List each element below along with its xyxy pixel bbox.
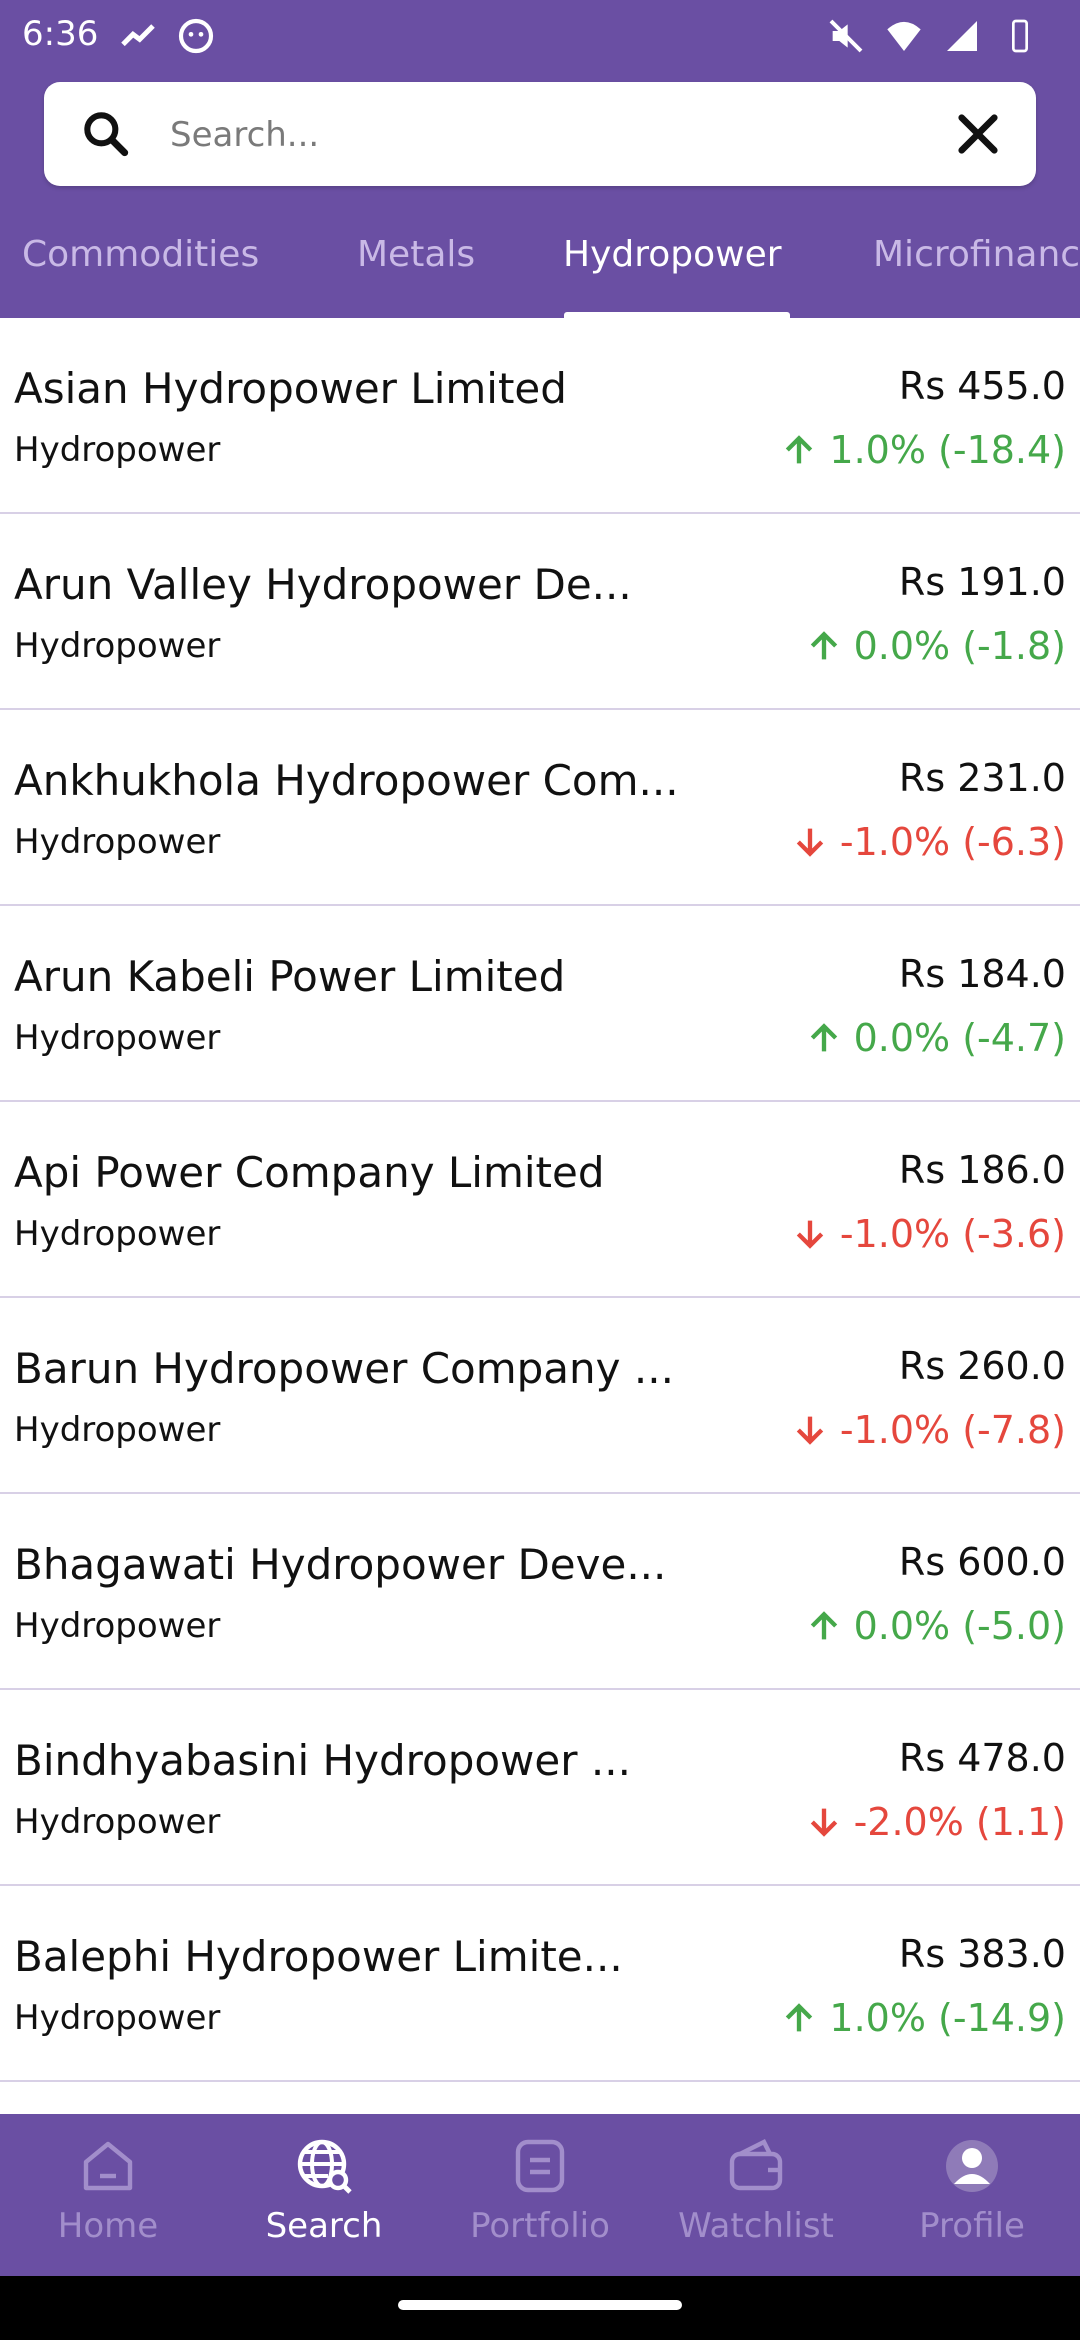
stock-change: -1.0% (-3.6) [790, 1212, 1066, 1256]
wallet-icon [729, 2139, 783, 2191]
nav-watchlist[interactable]: Watchlist [648, 2134, 864, 2264]
stock-sector: Hydropower [14, 1802, 221, 1842]
list-item[interactable]: Balephi Hydropower Limite... Hydropower … [0, 1886, 1080, 2082]
stock-change-value: -1.0% (-3.6) [839, 1212, 1066, 1256]
search-icon[interactable] [78, 106, 134, 162]
stock-list: Asian Hydropower Limited Hydropower Rs 4… [0, 318, 1080, 2114]
status-bar: 6:36 [0, 0, 1080, 76]
app-header: 6:36 Commodities Metals Hydropower Micro… [0, 0, 1080, 318]
stock-price: Rs 455.0 [898, 364, 1066, 408]
search-bar [44, 82, 1036, 186]
stock-sector: Hydropower [14, 430, 221, 470]
stock-name: Bhagawati Hydropower Deve... [14, 1540, 667, 1589]
stock-change-value: 0.0% (-4.7) [853, 1016, 1066, 1060]
stock-change-value: -1.0% (-6.3) [839, 820, 1066, 864]
stock-price: Rs 478.0 [898, 1736, 1066, 1780]
stock-change: 0.0% (-1.8) [804, 624, 1066, 668]
list-item[interactable]: Bhagawati Hydropower Deve... Hydropower … [0, 1494, 1080, 1690]
stock-sector: Hydropower [14, 1998, 221, 2038]
stock-name: Bindhyabasini Hydropower ... [14, 1736, 631, 1785]
stock-sector: Hydropower [14, 626, 221, 666]
stock-price: Rs 260.0 [898, 1344, 1066, 1388]
stock-sector: Hydropower [14, 822, 221, 862]
stock-price: Rs 191.0 [898, 560, 1066, 604]
nav-home[interactable]: Home [0, 2134, 216, 2264]
stock-sector: Hydropower [14, 1410, 221, 1450]
search-input[interactable] [168, 100, 952, 170]
arrow-down-icon [796, 1416, 824, 1445]
tab-commodities[interactable]: Commodities [22, 234, 259, 275]
tab-hydropower[interactable]: Hydropower [563, 234, 782, 275]
stock-name: Arun Kabeli Power Limited [14, 952, 566, 1001]
list-item[interactable]: Asian Hydropower Limited Hydropower Rs 4… [0, 318, 1080, 514]
stock-price: Rs 186.0 [898, 1148, 1066, 1192]
stock-change-value: 0.0% (-5.0) [853, 1604, 1066, 1648]
list-item[interactable]: Arun Kabeli Power Limited Hydropower Rs … [0, 906, 1080, 1102]
stock-sector: Hydropower [14, 1214, 221, 1254]
list-item[interactable]: Ankhukhola Hydropower Com... Hydropower … [0, 710, 1080, 906]
stock-change-value: 1.0% (-18.4) [829, 428, 1066, 472]
portfolio-icon [515, 2139, 565, 2193]
arrow-up-icon [810, 1023, 837, 1052]
stock-name: Ankhukhola Hydropower Com... [14, 756, 679, 805]
mute-icon [829, 19, 863, 53]
nav-search[interactable]: Search [216, 2134, 432, 2264]
nav-profile[interactable]: Profile [864, 2134, 1080, 2264]
stock-name: Api Power Company Limited [14, 1148, 605, 1197]
stock-change-value: -2.0% (1.1) [853, 1800, 1066, 1844]
stock-change: 0.0% (-5.0) [804, 1604, 1066, 1648]
nav-home-label: Home [57, 2206, 159, 2246]
globe-search-icon [297, 2139, 352, 2194]
stock-name: Balephi Hydropower Limite... [14, 1932, 623, 1981]
nav-profile-label: Profile [919, 2206, 1025, 2246]
stock-change: -2.0% (1.1) [804, 1800, 1066, 1844]
stock-change: 0.0% (-4.7) [804, 1016, 1066, 1060]
nav-portfolio-label: Portfolio [470, 2206, 610, 2246]
arrow-up-icon [810, 1611, 837, 1640]
stock-sector: Hydropower [14, 1606, 221, 1646]
nav-portfolio[interactable]: Portfolio [432, 2134, 648, 2264]
wifi-icon [887, 21, 921, 51]
arrow-up-icon [786, 435, 813, 464]
arrow-down-icon [810, 1808, 837, 1837]
close-icon[interactable] [950, 106, 1006, 162]
stock-price: Rs 184.0 [898, 952, 1066, 996]
stock-sector: Hydropower [14, 1018, 221, 1058]
list-item[interactable]: Bindhyabasini Hydropower ... Hydropower … [0, 1690, 1080, 1886]
home-icon [83, 2141, 133, 2191]
profile-icon [946, 2140, 998, 2192]
nav-search-label: Search [265, 2206, 383, 2246]
stock-change: -1.0% (-7.8) [790, 1408, 1066, 1452]
list-item[interactable]: Api Power Company Limited Hydropower Rs … [0, 1102, 1080, 1298]
category-tabs: Commodities Metals Hydropower Microfinan… [0, 218, 1080, 318]
arrow-down-icon [796, 828, 824, 857]
arrow-up-icon [810, 631, 837, 660]
stock-price: Rs 600.0 [898, 1540, 1066, 1584]
tab-microfinance[interactable]: Microfinanc [873, 234, 1080, 275]
battery-icon [1012, 19, 1028, 53]
stock-change: -1.0% (-6.3) [790, 820, 1066, 864]
signal-icon [947, 21, 977, 51]
stock-price: Rs 231.0 [898, 756, 1066, 800]
tab-metals[interactable]: Metals [357, 234, 475, 275]
stock-change: 1.0% (-18.4) [779, 428, 1066, 472]
stock-change-value: 0.0% (-1.8) [853, 624, 1066, 668]
home-indicator[interactable] [398, 2300, 682, 2310]
stock-change-value: -1.0% (-7.8) [839, 1408, 1066, 1452]
stock-change-value: 1.0% (-14.9) [829, 1996, 1066, 2040]
arrow-up-icon [786, 2003, 813, 2032]
app-face-icon [178, 18, 214, 54]
list-item[interactable]: Arun Valley Hydropower De... Hydropower … [0, 514, 1080, 710]
stock-name: Arun Valley Hydropower De... [14, 560, 632, 609]
stock-price: Rs 383.0 [898, 1932, 1066, 1976]
bottom-navigation: Home Search Portfolio Watchlist Profile [0, 2114, 1080, 2276]
list-item[interactable]: Barun Hydropower Company ... Hydropower … [0, 1298, 1080, 1494]
nav-watchlist-label: Watchlist [678, 2206, 834, 2246]
stock-name: Asian Hydropower Limited [14, 364, 567, 413]
stock-change: 1.0% (-14.9) [779, 1996, 1066, 2040]
status-time: 6:36 [22, 14, 99, 54]
arrow-down-icon [796, 1220, 824, 1249]
trend-icon [121, 24, 155, 47]
stock-name: Barun Hydropower Company ... [14, 1344, 674, 1393]
